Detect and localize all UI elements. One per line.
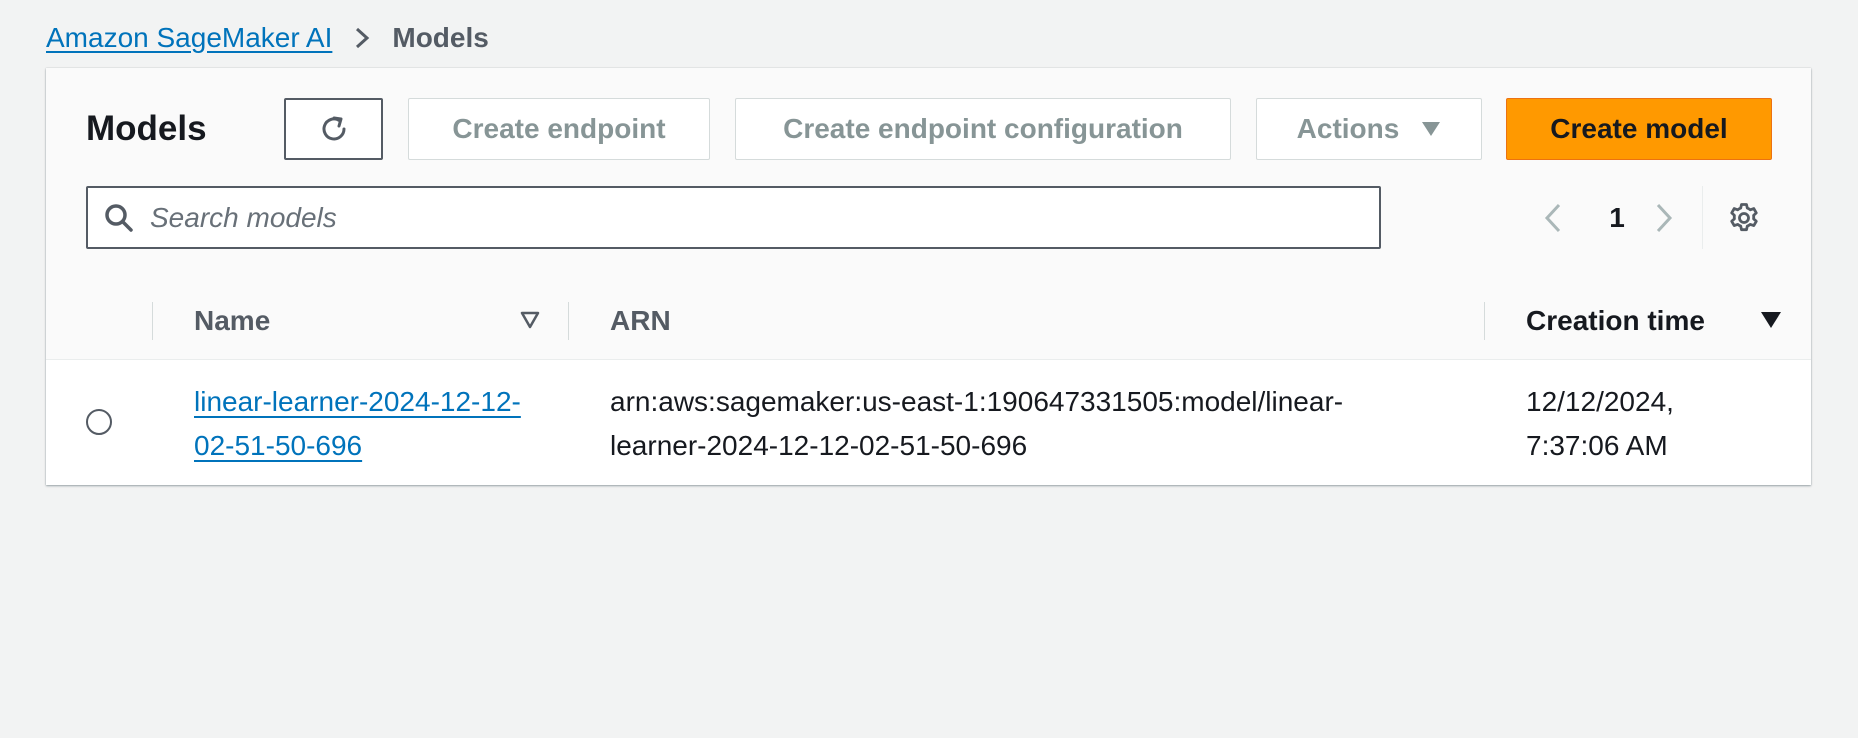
current-page-number[interactable]: 1 — [1602, 186, 1632, 249]
chevron-right-icon — [354, 26, 370, 50]
search-box — [86, 186, 1381, 249]
actions-dropdown-button[interactable]: Actions — [1256, 98, 1482, 160]
sort-unsorted-icon[interactable] — [520, 311, 540, 329]
row-select-radio[interactable] — [86, 409, 112, 435]
column-divider — [568, 302, 569, 340]
previous-page-button[interactable] — [1543, 186, 1563, 249]
chevron-right-icon — [1654, 202, 1674, 234]
gear-icon — [1728, 202, 1760, 234]
model-arn-cell: arn:aws:sagemaker:us-east-1:190647331505… — [610, 386, 1344, 461]
sort-descending-icon[interactable] — [1760, 311, 1782, 329]
column-divider — [152, 302, 153, 340]
models-panel: Models Create endpoint Create endpoint c… — [46, 68, 1811, 485]
next-page-button[interactable] — [1654, 186, 1674, 249]
column-divider — [1484, 302, 1485, 340]
caret-down-icon — [1421, 121, 1441, 137]
model-creation-time-cell: 12/12/2024, 7:37:06 AM — [1526, 386, 1674, 461]
table-header: Name ARN Creation time — [46, 282, 1811, 360]
breadcrumb-current: Models — [392, 22, 489, 53]
breadcrumb-sagemaker-link[interactable]: Amazon SageMaker AI — [46, 18, 332, 58]
column-header-creation-time[interactable]: Creation time — [1526, 282, 1705, 359]
column-header-arn[interactable]: ARN — [610, 282, 671, 359]
chevron-left-icon — [1543, 202, 1563, 234]
model-name-cell: linear-learner-2024-12-12-02-51-50-696 — [194, 380, 524, 468]
refresh-icon — [317, 112, 351, 146]
create-endpoint-configuration-button[interactable]: Create endpoint configuration — [735, 98, 1231, 160]
panel-header: Models Create endpoint Create endpoint c… — [46, 68, 1811, 283]
preferences-button[interactable] — [1728, 186, 1760, 249]
model-name-link[interactable]: linear-learner-2024-12-12-02-51-50-696 — [194, 386, 521, 461]
search-input[interactable] — [148, 200, 1379, 235]
create-model-button[interactable]: Create model — [1506, 98, 1772, 160]
column-header-name[interactable]: Name — [194, 282, 270, 359]
table-row[interactable]: linear-learner-2024-12-12-02-51-50-696 a… — [46, 360, 1811, 485]
search-icon — [104, 203, 134, 233]
breadcrumb: Amazon SageMaker AI Models — [46, 18, 489, 58]
create-endpoint-button[interactable]: Create endpoint — [408, 98, 710, 160]
page-title: Models — [86, 109, 207, 148]
refresh-button[interactable] — [284, 98, 383, 160]
pager-divider — [1702, 186, 1703, 249]
actions-label: Actions — [1296, 113, 1400, 144]
